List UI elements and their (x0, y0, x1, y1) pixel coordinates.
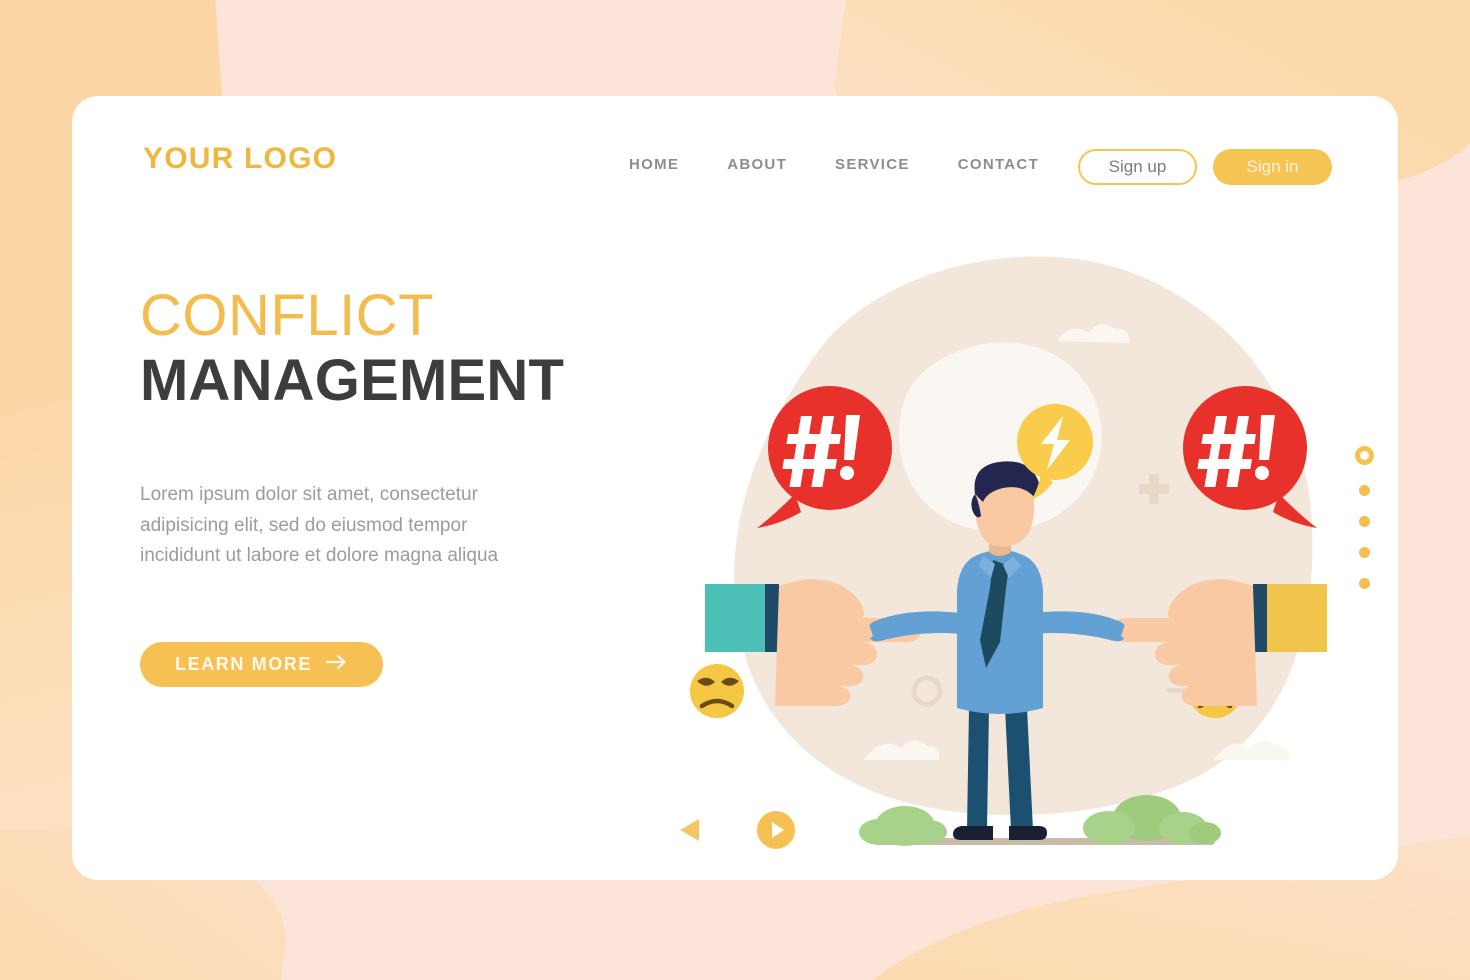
nav-item-contact[interactable]: CONTACT (958, 156, 1039, 173)
bush-cluster-left (859, 806, 947, 846)
nav-item-about[interactable]: ABOUT (727, 156, 787, 173)
learn-more-button[interactable]: LEARN MORE (140, 642, 383, 688)
carousel-dot-1[interactable] (1355, 446, 1374, 465)
carousel-dot-3[interactable] (1359, 516, 1370, 527)
page-title-accent: CONFLICT (140, 283, 434, 348)
triangle-left-icon[interactable] (677, 816, 703, 849)
carousel-dot-4[interactable] (1359, 547, 1370, 558)
hero-copy: CONFLICT MANAGEMENT Lorem ipsum dolor si… (140, 283, 640, 688)
play-circle-icon[interactable] (757, 811, 795, 854)
main-navigation: HOME ABOUT SERVICE CONTACT (629, 156, 1039, 173)
site-logo[interactable]: YOUR LOGO (143, 142, 337, 176)
nav-item-service[interactable]: SERVICE (835, 156, 910, 173)
page-title-main: MANAGEMENT (140, 347, 565, 413)
hero-card: YOUR LOGO HOME ABOUT SERVICE CONTACT Sig… (72, 96, 1398, 880)
carousel-dot-2[interactable] (1359, 485, 1370, 496)
carousel-arrows (677, 811, 795, 854)
hero-description: Lorem ipsum dolor sit amet, consectetur … (140, 483, 499, 567)
auth-buttons: Sign up Sign in (1078, 149, 1332, 185)
landing-page: YOUR LOGO HOME ABOUT SERVICE CONTACT Sig… (0, 0, 1470, 980)
carousel-dot-5[interactable] (1359, 578, 1370, 589)
learn-more-label: LEARN MORE (175, 654, 312, 675)
conflict-management-illustration (617, 226, 1377, 880)
carousel-dots (1355, 446, 1374, 589)
signup-button[interactable]: Sign up (1078, 149, 1197, 185)
signin-button[interactable]: Sign in (1213, 149, 1332, 185)
arrow-right-icon (325, 654, 348, 675)
nav-item-home[interactable]: HOME (629, 156, 679, 173)
angry-face-left (690, 664, 744, 718)
